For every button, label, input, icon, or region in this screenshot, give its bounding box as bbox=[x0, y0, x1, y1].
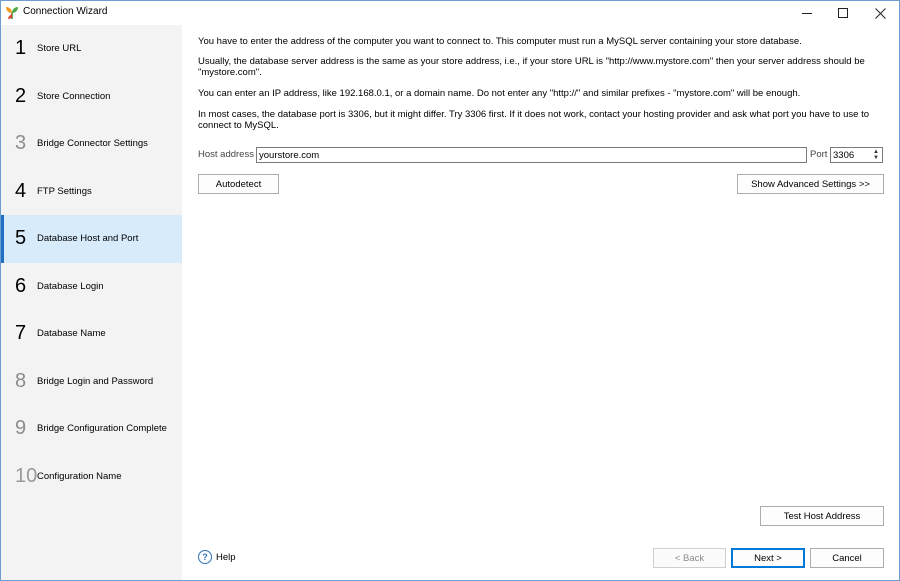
step-number: 3 bbox=[15, 132, 27, 155]
step-label: Store URL bbox=[37, 43, 82, 55]
host-row: Host address Port 3306 ▲ ▼ bbox=[198, 147, 888, 163]
host-address-input[interactable] bbox=[256, 147, 807, 163]
port-paragraph: In most cases, the database port is 3306… bbox=[198, 109, 869, 131]
help-icon: ? bbox=[198, 550, 212, 564]
maximize-button[interactable] bbox=[826, 1, 860, 25]
step-label: Configuration Name bbox=[37, 470, 122, 482]
step-label: Database Host and Port bbox=[37, 233, 139, 245]
step-store-connection[interactable]: 2 Store Connection bbox=[1, 73, 182, 121]
close-icon bbox=[874, 7, 886, 19]
step-number: 4 bbox=[15, 179, 27, 202]
title-bar: Connection Wizard bbox=[1, 1, 899, 25]
app-logo-icon bbox=[6, 7, 18, 19]
minimize-icon bbox=[802, 12, 812, 14]
step-number: 10 bbox=[15, 464, 38, 487]
connection-wizard-window: Connection Wizard 1 Store URL 2 Store Co… bbox=[0, 0, 900, 581]
step-number: 2 bbox=[15, 84, 27, 107]
step-number: 8 bbox=[15, 369, 27, 392]
step-configuration-name[interactable]: 10 Configuration Name bbox=[1, 453, 182, 501]
port-spin-buttons[interactable]: ▲ ▼ bbox=[872, 149, 880, 161]
step-bridge-connector-settings[interactable]: 3 Bridge Connector Settings bbox=[1, 120, 182, 168]
host-address-label: Host address bbox=[198, 149, 254, 160]
minimize-button[interactable] bbox=[790, 1, 824, 25]
step-label: Store Connection bbox=[37, 90, 111, 102]
test-host-address-button[interactable]: Test Host Address bbox=[760, 506, 884, 526]
port-spinner[interactable]: 3306 ▲ ▼ bbox=[830, 147, 883, 163]
step-label: Bridge Login and Password bbox=[37, 375, 154, 387]
autodetect-button[interactable]: Autodetect bbox=[198, 174, 279, 194]
spin-down-icon[interactable]: ▼ bbox=[873, 155, 879, 161]
step-label: Database Login bbox=[37, 280, 104, 292]
maximize-icon bbox=[838, 8, 848, 18]
address-paragraph: Usually, the database server address is … bbox=[198, 56, 865, 78]
port-label: Port bbox=[810, 149, 828, 160]
ip-paragraph: You can enter an IP address, like 192.16… bbox=[198, 88, 801, 99]
step-number: 6 bbox=[15, 274, 27, 297]
cancel-button[interactable]: Cancel bbox=[810, 548, 884, 568]
step-number: 7 bbox=[15, 322, 27, 345]
next-button[interactable]: Next > bbox=[731, 548, 805, 568]
step-ftp-settings[interactable]: 4 FTP Settings bbox=[1, 168, 182, 216]
step-number: 1 bbox=[15, 37, 27, 60]
step-database-login[interactable]: 6 Database Login bbox=[1, 263, 182, 311]
step-label: FTP Settings bbox=[37, 185, 92, 197]
intro-paragraph: You have to enter the address of the com… bbox=[198, 36, 802, 47]
step-bridge-login-and-password[interactable]: 8 Bridge Login and Password bbox=[1, 358, 182, 406]
step-bridge-configuration-complete[interactable]: 9 Bridge Configuration Complete bbox=[1, 405, 182, 453]
step-store-url[interactable]: 1 Store URL bbox=[1, 25, 182, 73]
wizard-steps-sidebar: 1 Store URL 2 Store Connection 3 Bridge … bbox=[1, 25, 182, 580]
step-label: Bridge Configuration Complete bbox=[37, 423, 167, 435]
window-title: Connection Wizard bbox=[23, 6, 108, 17]
step-label: Database Name bbox=[37, 328, 106, 340]
show-advanced-settings-button[interactable]: Show Advanced Settings >> bbox=[737, 174, 884, 194]
help-label: Help bbox=[216, 551, 236, 563]
step-number: 5 bbox=[15, 227, 27, 250]
help-link[interactable]: ? Help bbox=[198, 550, 236, 564]
step-database-name[interactable]: 7 Database Name bbox=[1, 310, 182, 358]
port-value: 3306 bbox=[833, 150, 855, 161]
main-content: You have to enter the address of the com… bbox=[182, 25, 899, 580]
back-button[interactable]: < Back bbox=[653, 548, 726, 568]
step-label: Bridge Connector Settings bbox=[37, 138, 148, 150]
step-database-host-and-port[interactable]: 5 Database Host and Port bbox=[1, 215, 182, 263]
close-button[interactable] bbox=[863, 1, 897, 25]
step-number: 9 bbox=[15, 417, 27, 440]
